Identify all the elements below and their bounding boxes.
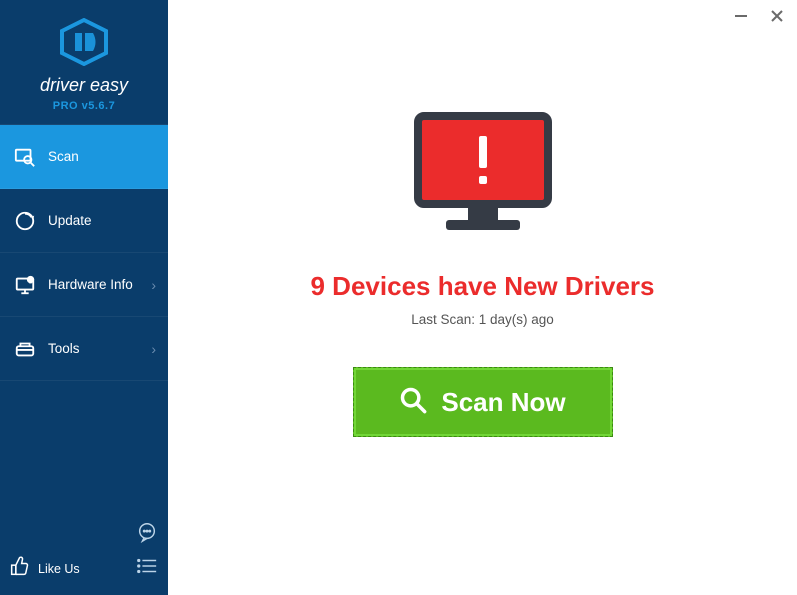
chevron-right-icon: › (151, 277, 156, 293)
titlebar (731, 6, 787, 26)
close-button[interactable] (767, 6, 787, 26)
alert-monitor-icon (408, 108, 558, 243)
scan-now-button[interactable]: Scan Now (353, 367, 613, 437)
like-us-label: Like Us (38, 562, 80, 576)
last-scan-label: Last Scan: 1 day(s) ago (411, 312, 554, 327)
sidebar-item-label: Hardware Info (48, 277, 133, 292)
sidebar-item-scan[interactable]: Scan (0, 125, 168, 189)
version-label: PRO v5.6.7 (0, 100, 168, 112)
sidebar-item-tools[interactable]: Tools › (0, 317, 168, 381)
thumbs-up-icon (10, 556, 30, 581)
main-content: 9 Devices have New Drivers Last Scan: 1 … (168, 0, 797, 595)
brand-logo-icon (58, 18, 110, 71)
menu-icon[interactable] (136, 557, 158, 580)
hardware-info-icon: i (14, 274, 36, 296)
like-us-button[interactable]: Like Us (10, 556, 80, 581)
status-headline: 9 Devices have New Drivers (311, 271, 655, 302)
sidebar-bottom: Like Us (0, 513, 168, 595)
sidebar-item-label: Update (48, 213, 92, 228)
update-icon (14, 210, 36, 232)
sidebar-item-label: Scan (48, 149, 79, 164)
chat-icon[interactable] (136, 521, 158, 548)
sidebar: driver easy PRO v5.6.7 Scan Update (0, 0, 168, 595)
chevron-right-icon: › (151, 341, 156, 357)
sidebar-item-update[interactable]: Update (0, 189, 168, 253)
brand-name: driver easy (0, 75, 168, 96)
sidebar-spacer (0, 381, 168, 513)
scan-now-label: Scan Now (441, 387, 565, 418)
sidebar-item-hardware-info[interactable]: i Hardware Info › (0, 253, 168, 317)
sidebar-item-label: Tools (48, 341, 80, 356)
logo-area: driver easy PRO v5.6.7 (0, 0, 168, 125)
minimize-button[interactable] (731, 6, 751, 26)
scan-icon (14, 146, 36, 168)
tools-icon (14, 338, 36, 360)
search-icon (399, 386, 427, 419)
